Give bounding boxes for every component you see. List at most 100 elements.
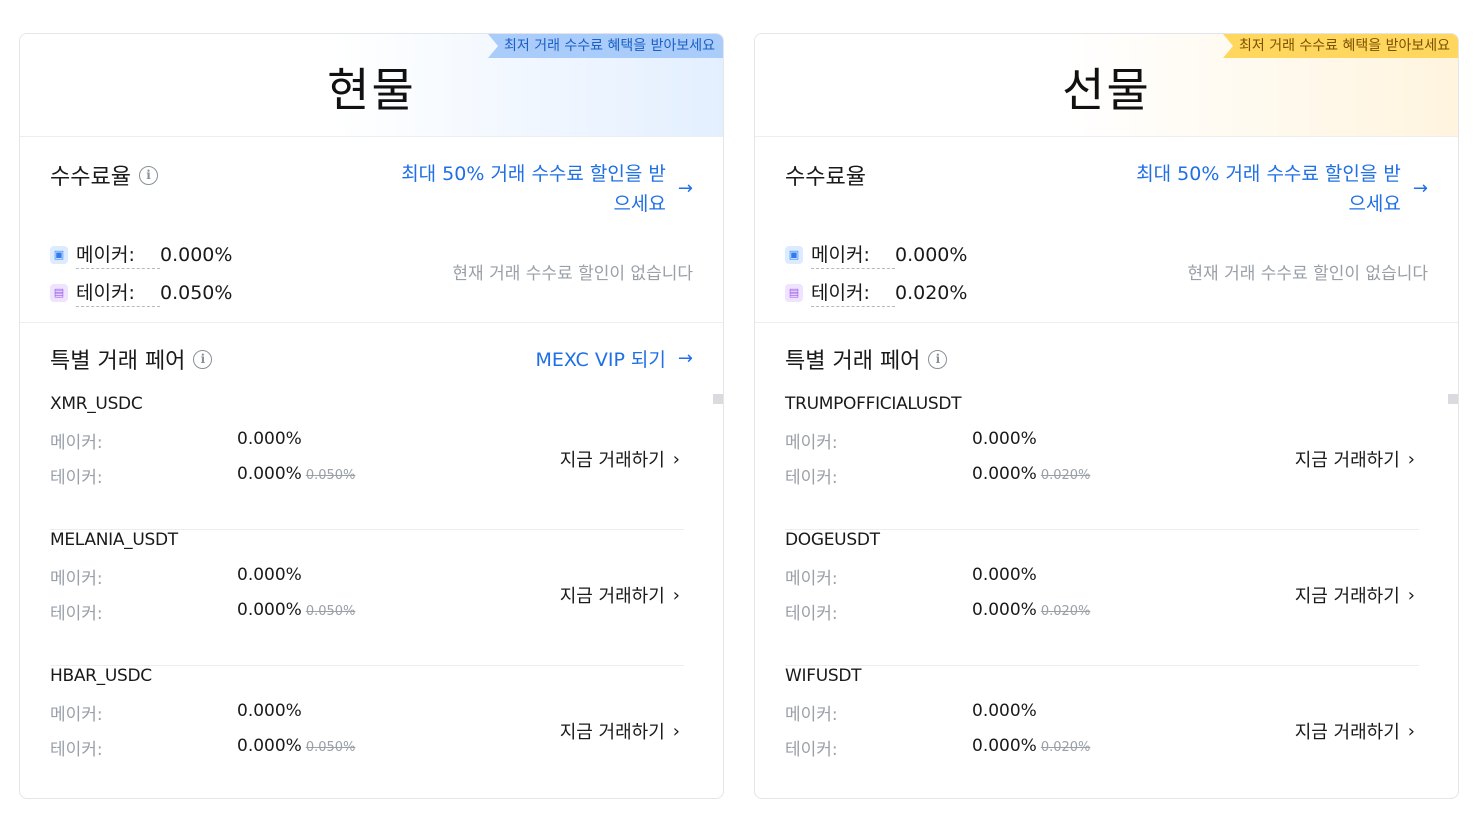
taker-original: 0.050% xyxy=(305,468,356,483)
arrow-right-icon: → xyxy=(677,348,693,369)
futures-card-header: 선물 최저 거래 수수료 혜택을 받아보세요 xyxy=(755,34,1458,137)
futures-no-discount-text: 현재 거래 수수료 할인이 없습니다 xyxy=(1187,264,1428,284)
pair-taker-label: 테이커: xyxy=(50,468,103,488)
taker-label[interactable]: 테이커: xyxy=(811,278,895,307)
trade-now-button[interactable]: 지금 거래하기 › xyxy=(560,718,680,744)
pair-taker-value: 0.000% 0.020% xyxy=(972,600,1090,620)
futures-card: 선물 최저 거래 수수료 혜택을 받아보세요 수수료율 최대 50% 거래 수수… xyxy=(754,33,1459,799)
arrow-right-icon: → xyxy=(677,178,693,199)
futures-fee-title: 수수료율 xyxy=(785,159,866,191)
trade-now-button[interactable]: 지금 거래하기 › xyxy=(1295,446,1415,472)
arrow-right-icon: → xyxy=(1412,178,1428,199)
trade-now-label: 지금 거래하기 xyxy=(1294,722,1400,743)
taker-original: 0.020% xyxy=(1040,604,1091,619)
taker-original: 0.020% xyxy=(1040,740,1091,755)
maker-value: 0.000% xyxy=(895,243,968,266)
futures-maker-rate: ▣ 메이커: 0.000% xyxy=(785,240,967,269)
pair-taker-value: 0.000% 0.050% xyxy=(237,600,355,620)
trade-now-label: 지금 거래하기 xyxy=(559,450,665,471)
futures-pairs-title: 특별 거래 페어 i xyxy=(785,343,948,375)
futures-promo-ribbon: 최저 거래 수수료 혜택을 받아보세요 xyxy=(1223,34,1458,58)
pair-item: WIFUSDT 메이커: 0.000% 테이커: 0.000% 0.020% 지금… xyxy=(785,666,1419,798)
info-icon[interactable]: i xyxy=(928,349,948,369)
pair-taker-label: 테이커: xyxy=(785,468,838,488)
chevron-right-icon: › xyxy=(1407,448,1415,470)
pair-maker-value: 0.000% xyxy=(972,429,1037,449)
maker-icon: ▣ xyxy=(785,245,803,264)
taker-discounted: 0.000% xyxy=(972,736,1037,756)
pairs-title-text: 특별 거래 페어 xyxy=(785,349,921,374)
trade-now-label: 지금 거래하기 xyxy=(1294,586,1400,607)
maker-value: 0.000% xyxy=(160,243,233,266)
maker-label[interactable]: 메이커: xyxy=(811,240,895,269)
scrollbar-thumb[interactable] xyxy=(713,394,723,404)
chevron-right-icon: › xyxy=(672,720,680,742)
pair-maker-label: 메이커: xyxy=(785,433,838,453)
taker-discounted: 0.000% xyxy=(972,600,1037,620)
taker-discounted: 0.000% xyxy=(972,464,1037,484)
fee-title-text: 수수료율 xyxy=(50,165,131,190)
pair-item: MELANIA_USDT 메이커: 0.000% 테이커: 0.000% 0.05… xyxy=(50,530,684,666)
spot-promo-ribbon: 최저 거래 수수료 혜택을 받아보세요 xyxy=(488,34,723,58)
pair-maker-value: 0.000% xyxy=(972,701,1037,721)
pair-maker-value: 0.000% xyxy=(237,565,302,585)
pair-maker-label: 메이커: xyxy=(50,705,103,725)
spot-fee-title: 수수료율 i xyxy=(50,159,158,191)
scrollbar-thumb[interactable] xyxy=(1448,394,1458,404)
taker-icon: ▤ xyxy=(785,283,803,302)
pair-name: MELANIA_USDT xyxy=(50,530,178,550)
trade-now-button[interactable]: 지금 거래하기 › xyxy=(1295,718,1415,744)
trade-now-button[interactable]: 지금 거래하기 › xyxy=(560,582,680,608)
pair-taker-value: 0.000% 0.050% xyxy=(237,464,355,484)
pair-taker-value: 0.000% 0.020% xyxy=(972,464,1090,484)
taker-discounted: 0.000% xyxy=(237,464,302,484)
pair-maker-label: 메이커: xyxy=(50,433,103,453)
spot-title: 현물 xyxy=(327,63,416,117)
spot-discount-link[interactable]: 최대 50% 거래 수수료 할인을 받으세요 → xyxy=(396,159,693,219)
discount-link-text: 최대 50% 거래 수수료 할인을 받으세요 xyxy=(401,163,666,215)
pair-maker-label: 메이커: xyxy=(785,569,838,589)
pair-taker-label: 테이커: xyxy=(785,604,838,624)
taker-original: 0.050% xyxy=(305,740,356,755)
spot-maker-rate: ▣ 메이커: 0.000% xyxy=(50,240,232,269)
taker-original: 0.020% xyxy=(1040,468,1091,483)
pair-name: TRUMPOFFICIALUSDT xyxy=(785,394,962,414)
pair-taker-value: 0.000% 0.020% xyxy=(972,736,1090,756)
taker-label[interactable]: 테이커: xyxy=(76,278,160,307)
futures-taker-rate: ▤ 테이커: 0.020% xyxy=(785,278,967,307)
pair-taker-label: 테이커: xyxy=(50,604,103,624)
taker-original: 0.050% xyxy=(305,604,356,619)
taker-value: 0.020% xyxy=(895,281,968,304)
spot-taker-rate: ▤ 테이커: 0.050% xyxy=(50,278,232,307)
futures-title: 선물 xyxy=(1062,63,1151,117)
taker-discounted: 0.000% xyxy=(237,736,302,756)
pairs-title-text: 특별 거래 페어 xyxy=(50,349,186,374)
fee-title-text: 수수료율 xyxy=(785,165,866,190)
trade-now-label: 지금 거래하기 xyxy=(559,586,665,607)
futures-discount-link[interactable]: 최대 50% 거래 수수료 할인을 받으세요 → xyxy=(1131,159,1428,219)
pair-item: XMR_USDC 메이커: 0.000% 테이커: 0.000% 0.050% 지… xyxy=(50,394,684,530)
pair-name: HBAR_USDC xyxy=(50,666,152,686)
spot-card-header: 현물 최저 거래 수수료 혜택을 받아보세요 xyxy=(20,34,723,137)
pair-taker-label: 테이커: xyxy=(785,740,838,760)
pair-item: HBAR_USDC 메이커: 0.000% 테이커: 0.000% 0.050% … xyxy=(50,666,684,798)
chevron-right-icon: › xyxy=(672,448,680,470)
maker-icon: ▣ xyxy=(50,245,68,264)
maker-label[interactable]: 메이커: xyxy=(76,240,160,269)
spot-fee-section: 수수료율 i 최대 50% 거래 수수료 할인을 받으세요 → ▣ 메이커: 0… xyxy=(20,137,723,323)
pair-maker-value: 0.000% xyxy=(237,701,302,721)
pair-taker-label: 테이커: xyxy=(50,740,103,760)
pair-name: XMR_USDC xyxy=(50,394,143,414)
trade-now-button[interactable]: 지금 거래하기 › xyxy=(1295,582,1415,608)
info-icon[interactable]: i xyxy=(138,165,158,185)
trade-now-button[interactable]: 지금 거래하기 › xyxy=(560,446,680,472)
trade-now-label: 지금 거래하기 xyxy=(1294,450,1400,471)
pair-maker-label: 메이커: xyxy=(50,569,103,589)
pair-maker-value: 0.000% xyxy=(972,565,1037,585)
pair-maker-label: 메이커: xyxy=(785,705,838,725)
discount-link-text: 최대 50% 거래 수수료 할인을 받으세요 xyxy=(1136,163,1401,215)
pair-item: TRUMPOFFICIALUSDT 메이커: 0.000% 테이커: 0.000… xyxy=(785,394,1419,530)
info-icon[interactable]: i xyxy=(193,349,213,369)
vip-link[interactable]: MEXC VIP 되기 → xyxy=(536,345,694,372)
spot-card: 현물 최저 거래 수수료 혜택을 받아보세요 수수료율 i 최대 50% 거래 … xyxy=(19,33,724,799)
